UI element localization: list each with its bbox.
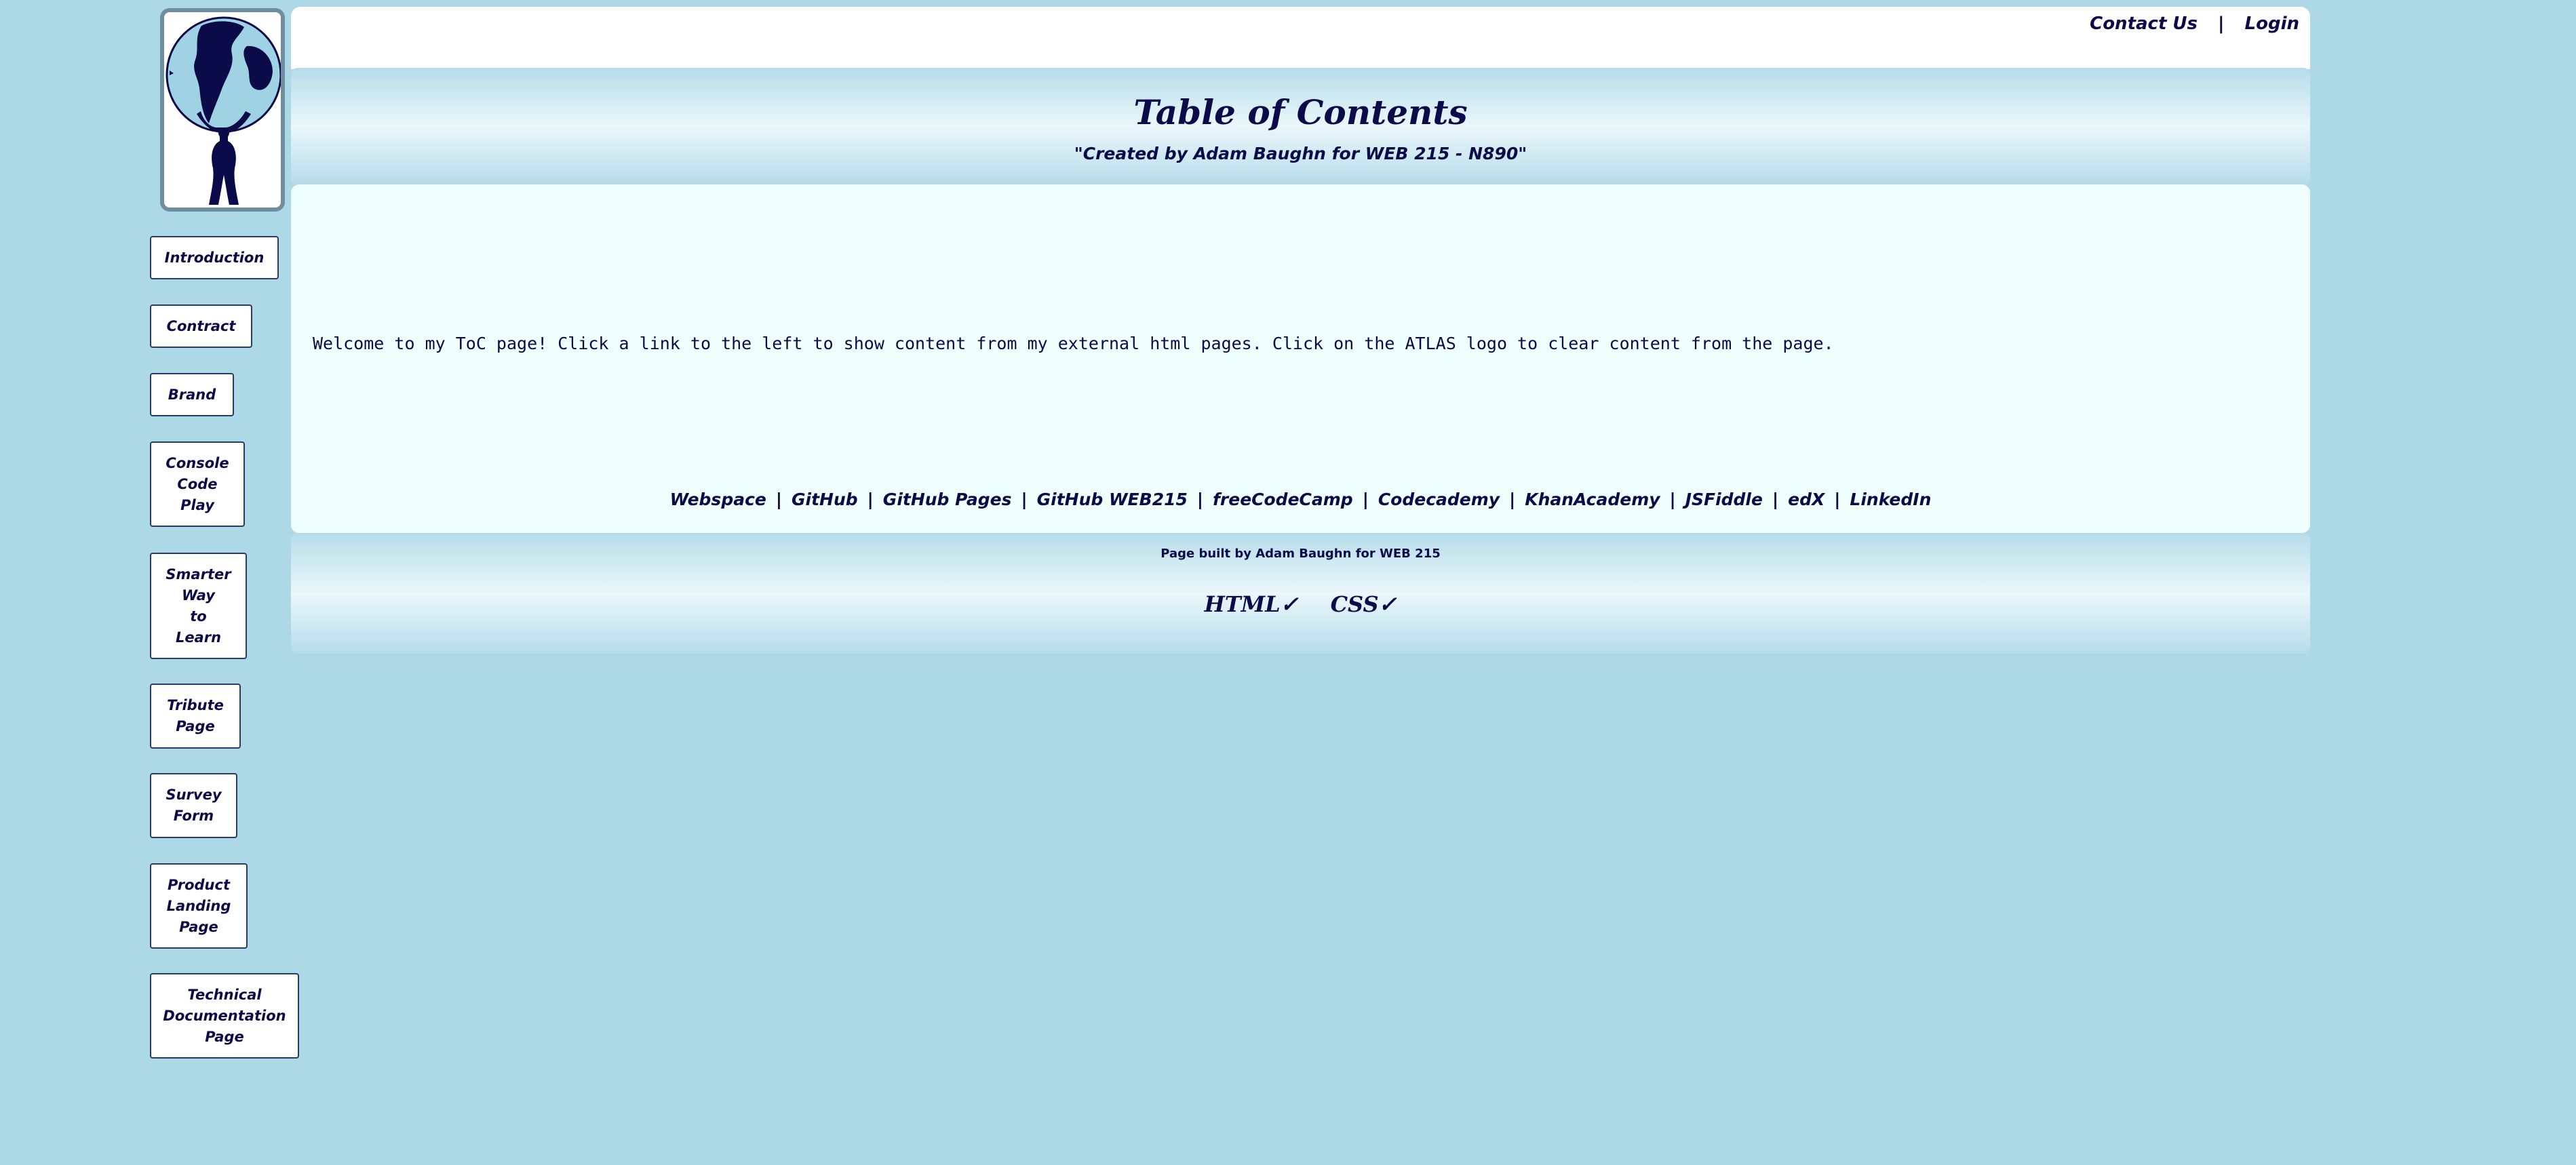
link-separator: | — [1772, 490, 1779, 509]
link-webspace[interactable]: Webspace — [670, 490, 766, 509]
nav-smarter-way-to-learn-button[interactable]: Smarter Way to Learn — [150, 553, 247, 659]
html-validator-link[interactable]: HTML✓ — [1205, 591, 1299, 617]
nav-tribute-page-button[interactable]: Tribute Page — [150, 684, 241, 749]
nav-technical-documentation-page-button[interactable]: Technical Documentation Page — [150, 973, 299, 1059]
link-separator: | — [867, 490, 874, 509]
nav-survey-form-button[interactable]: Survey Form — [150, 773, 237, 838]
link-separator: | — [1196, 490, 1204, 509]
link-freecodecamp[interactable]: freeCodeCamp — [1213, 490, 1353, 509]
link-separator: | — [1509, 490, 1516, 509]
top-links: Contact Us | Login — [2090, 14, 2299, 34]
footer-credit: Page built by Adam Baughn for WEB 215 — [1160, 547, 1441, 561]
nav-contract-button[interactable]: Contract — [150, 304, 252, 348]
validator-links: HTML✓ CSS✓ — [291, 591, 2310, 617]
link-codecademy[interactable]: Codecademy — [1378, 490, 1500, 509]
link-separator: | — [1362, 490, 1369, 509]
nav-product-landing-page-button[interactable]: Product Landing Page — [150, 863, 248, 949]
link-edx[interactable]: edX — [1788, 490, 1824, 509]
contact-us-link[interactable]: Contact Us — [2090, 14, 2198, 34]
main-content: Welcome to my ToC page! Click a link to … — [291, 184, 2310, 533]
nav-introduction-button[interactable]: Introduction — [150, 236, 279, 279]
page-footer: Page built by Adam Baughn for WEB 215 HT… — [291, 533, 2310, 654]
link-github-web215[interactable]: GitHub WEB215 — [1037, 490, 1188, 509]
external-links: Webspace | GitHub | GitHub Pages | GitHub WEB2… — [291, 490, 2310, 509]
link-jsfiddle[interactable]: JSFiddle — [1685, 490, 1763, 509]
link-khanacademy[interactable]: KhanAcademy — [1525, 490, 1660, 509]
login-link[interactable]: Login — [2245, 14, 2299, 34]
link-separator: | — [1669, 490, 1676, 509]
link-linkedin[interactable]: LinkedIn — [1850, 490, 1931, 509]
css-validator-link[interactable]: CSS✓ — [1331, 591, 1397, 617]
page: Introduction Contract Brand Console Code… — [0, 0, 2576, 1165]
page-subtitle: "Created by Adam Baughn for WEB 215 - N8… — [1074, 144, 1527, 163]
welcome-text: Welcome to my ToC page! Click a link to … — [313, 334, 1834, 353]
page-header: Table of Contents "Created by Adam Baugh… — [291, 68, 2310, 184]
top-bar: Contact Us | Login — [291, 7, 2310, 69]
atlas-logo[interactable] — [160, 8, 285, 212]
atlas-globe-icon — [165, 16, 281, 205]
link-separator: | — [1834, 490, 1841, 509]
link-separator: | — [1021, 490, 1028, 509]
link-separator: | — [775, 490, 782, 509]
link-github-pages[interactable]: GitHub Pages — [883, 490, 1012, 509]
nav-brand-button[interactable]: Brand — [150, 373, 234, 416]
nav-console-code-play-button[interactable]: Console Code Play — [150, 441, 245, 527]
top-links-separator: | — [2218, 14, 2225, 34]
page-title: Table of Contents — [1133, 92, 1468, 132]
link-github[interactable]: GitHub — [792, 490, 858, 509]
